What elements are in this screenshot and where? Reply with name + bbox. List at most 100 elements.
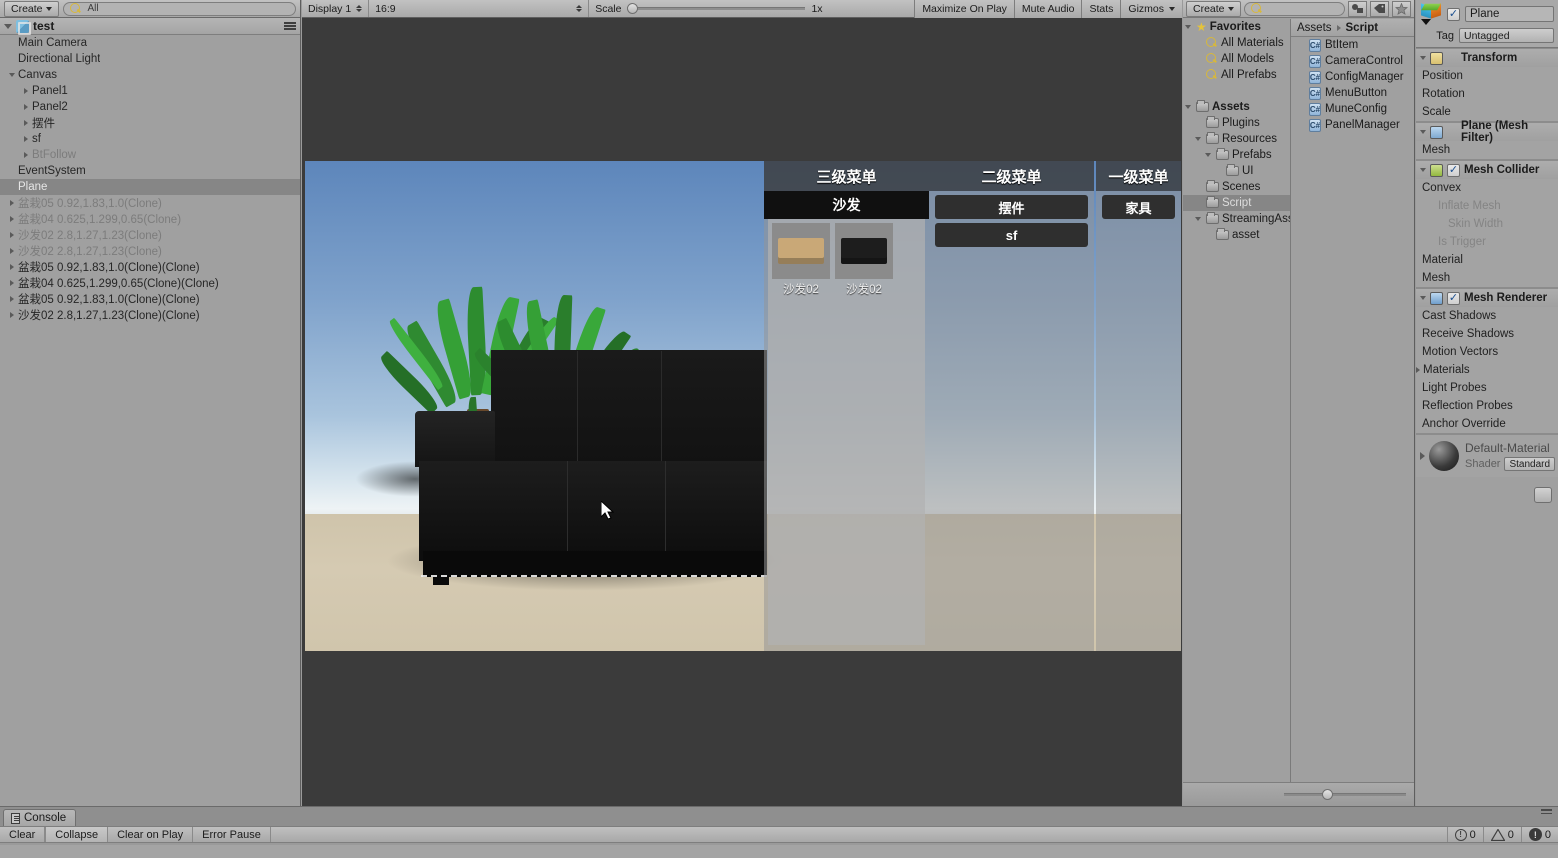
hierarchy-item[interactable]: 盆栽04 0.625,1.299,0.65(Clone)(Clone) [0,275,300,291]
project-file-item[interactable]: C# MenuButton [1291,85,1414,101]
project-tree-item[interactable]: UI [1183,163,1290,179]
hierarchy-options-icon[interactable] [284,22,296,30]
component-property[interactable]: Material [1416,251,1558,269]
aspect-dropdown[interactable]: 16:9 [369,0,590,17]
chevron-right-icon[interactable] [20,104,32,110]
chevron-right-icon[interactable] [20,136,32,142]
component-header[interactable]: ✓ Mesh Collider [1416,161,1558,179]
component-header[interactable]: Transform [1416,49,1558,67]
chevron-down-icon[interactable] [1205,153,1216,157]
hierarchy-create-button[interactable]: Create [4,0,59,17]
maximize-on-play-toggle[interactable]: Maximize On Play [914,0,1014,18]
component-property[interactable]: Position [1416,67,1558,85]
scale-slider-handle[interactable] [627,3,639,14]
filter-by-label-icon[interactable] [1370,0,1389,17]
component-property[interactable]: Light Probes [1416,379,1558,397]
menu-category-button[interactable]: 沙发 [764,191,929,219]
console-log-area[interactable] [0,845,1558,858]
component-property[interactable]: Materials [1416,361,1558,379]
tab-console[interactable]: Console [3,809,77,826]
game-view-canvas[interactable]: 三级菜单 沙发 沙发02 沙发02 二级菜单 摆件 sf 一级菜单 家具 [302,19,1182,806]
chevron-down-icon[interactable] [1420,56,1426,60]
hierarchy-item[interactable]: 盆栽05 0.92,1.83,1.0(Clone)(Clone) [0,259,300,275]
component-property[interactable]: Inflate Mesh [1416,197,1558,215]
project-file-item[interactable]: C# PanelManager [1291,117,1414,133]
hierarchy-item[interactable]: Directional Light [0,51,300,67]
project-file-item[interactable]: C# CameraControl [1291,53,1414,69]
hierarchy-item[interactable]: 摆件 [0,115,300,131]
component-property[interactable]: Is Trigger [1416,233,1558,251]
hierarchy-search-input[interactable]: All [62,1,296,16]
hierarchy-item[interactable]: BtFollow [0,147,300,163]
hierarchy-item[interactable]: Main Camera [0,35,300,51]
chevron-right-icon[interactable] [6,312,18,318]
project-file-item[interactable]: C# ConfigManager [1291,69,1414,85]
project-tree-item[interactable]: All Models [1183,51,1290,67]
hierarchy-item[interactable]: 沙发02 2.8,1.27,1.23(Clone)(Clone) [0,307,300,323]
chevron-right-icon[interactable] [6,264,18,270]
component-enabled-checkbox[interactable]: ✓ [1447,163,1460,177]
project-tree-item[interactable]: StreamingAssets [1183,211,1290,227]
error-counter[interactable]: ! 0 [1520,827,1558,842]
project-search-input[interactable] [1243,1,1345,16]
project-create-button[interactable]: Create [1186,0,1241,17]
gameobject-name-field[interactable]: Plane [1465,6,1554,22]
hierarchy-item[interactable]: 盆栽05 0.92,1.83,1.0(Clone) [0,195,300,211]
component-property[interactable]: Convex [1416,179,1558,197]
component-header[interactable]: Plane (Mesh Filter) [1416,120,1558,144]
project-tree-item[interactable]: asset [1183,227,1290,243]
project-tree-item[interactable]: Plugins [1183,115,1290,131]
menu-button[interactable]: 家具 [1102,195,1175,219]
rendered-scene[interactable]: 三级菜单 沙发 沙发02 沙发02 二级菜单 摆件 sf 一级菜单 家具 [305,161,1181,651]
hierarchy-scene-row[interactable]: test [0,18,300,35]
project-tree-item[interactable]: All Prefabs [1183,67,1290,83]
chevron-down-icon[interactable] [1420,296,1426,300]
chevron-right-icon[interactable] [6,200,18,206]
project-tree-item[interactable]: Scenes [1183,179,1290,195]
scale-slider-group[interactable]: Scale 1x [589,0,828,17]
hierarchy-item[interactable]: 沙发02 2.8,1.27,1.23(Clone) [0,243,300,259]
item-cell[interactable]: 沙发02 [772,223,830,297]
component-property[interactable]: Cast Shadows [1416,307,1558,325]
warning-counter[interactable]: 0 [1482,827,1521,842]
chevron-right-icon[interactable] [6,216,18,222]
console-options-icon[interactable] [1541,809,1552,814]
gizmos-dropdown[interactable]: Gizmos [1120,0,1182,18]
chevron-right-icon[interactable] [6,280,18,286]
chevron-right-icon[interactable] [6,248,18,254]
project-tree-item[interactable]: Script [1183,195,1290,211]
hierarchy-item[interactable]: Panel2 [0,99,300,115]
project-tree-item[interactable]: Resources [1183,131,1290,147]
chevron-down-icon[interactable] [1420,130,1426,134]
chevron-down-icon[interactable] [1195,137,1206,141]
chevron-right-icon[interactable] [1420,452,1425,460]
chevron-right-icon[interactable] [20,88,32,94]
gameobject-active-checkbox[interactable]: ✓ [1447,7,1460,21]
component-enabled-checkbox[interactable]: ✓ [1447,291,1460,305]
filter-by-type-icon[interactable] [1348,0,1367,17]
chevron-down-icon[interactable] [1185,105,1196,109]
menu-button[interactable]: 摆件 [935,195,1088,219]
component-property[interactable]: Motion Vectors [1416,343,1558,361]
project-zoom-slider[interactable] [1284,789,1406,800]
console-button[interactable]: Clear [0,827,46,842]
hierarchy-item[interactable]: Canvas [0,67,300,83]
stats-toggle[interactable]: Stats [1081,0,1121,18]
hierarchy-item[interactable]: 盆栽04 0.625,1.299,0.65(Clone) [0,211,300,227]
chevron-right-icon[interactable] [6,296,18,302]
project-tree-item[interactable]: Prefabs [1183,147,1290,163]
component-property[interactable]: Anchor Override [1416,415,1558,433]
hierarchy-item[interactable]: 盆栽05 0.92,1.83,1.0(Clone)(Clone) [0,291,300,307]
tag-dropdown[interactable]: Untagged [1459,28,1554,43]
console-button[interactable]: Collapse [45,827,109,842]
project-tree-item[interactable]: Assets [1183,99,1290,115]
save-search-star-icon[interactable] [1392,0,1411,17]
hierarchy-item[interactable]: 沙发02 2.8,1.27,1.23(Clone) [0,227,300,243]
chevron-right-icon[interactable] [20,152,32,158]
hierarchy-item[interactable]: Panel1 [0,83,300,99]
project-tree-item[interactable]: ★ Favorites [1183,19,1290,35]
console-button[interactable]: Clear on Play [108,827,194,842]
project-tree-item[interactable]: All Materials [1183,35,1290,51]
chevron-down-icon[interactable] [6,73,18,77]
hierarchy-item[interactable]: Plane [0,179,300,195]
